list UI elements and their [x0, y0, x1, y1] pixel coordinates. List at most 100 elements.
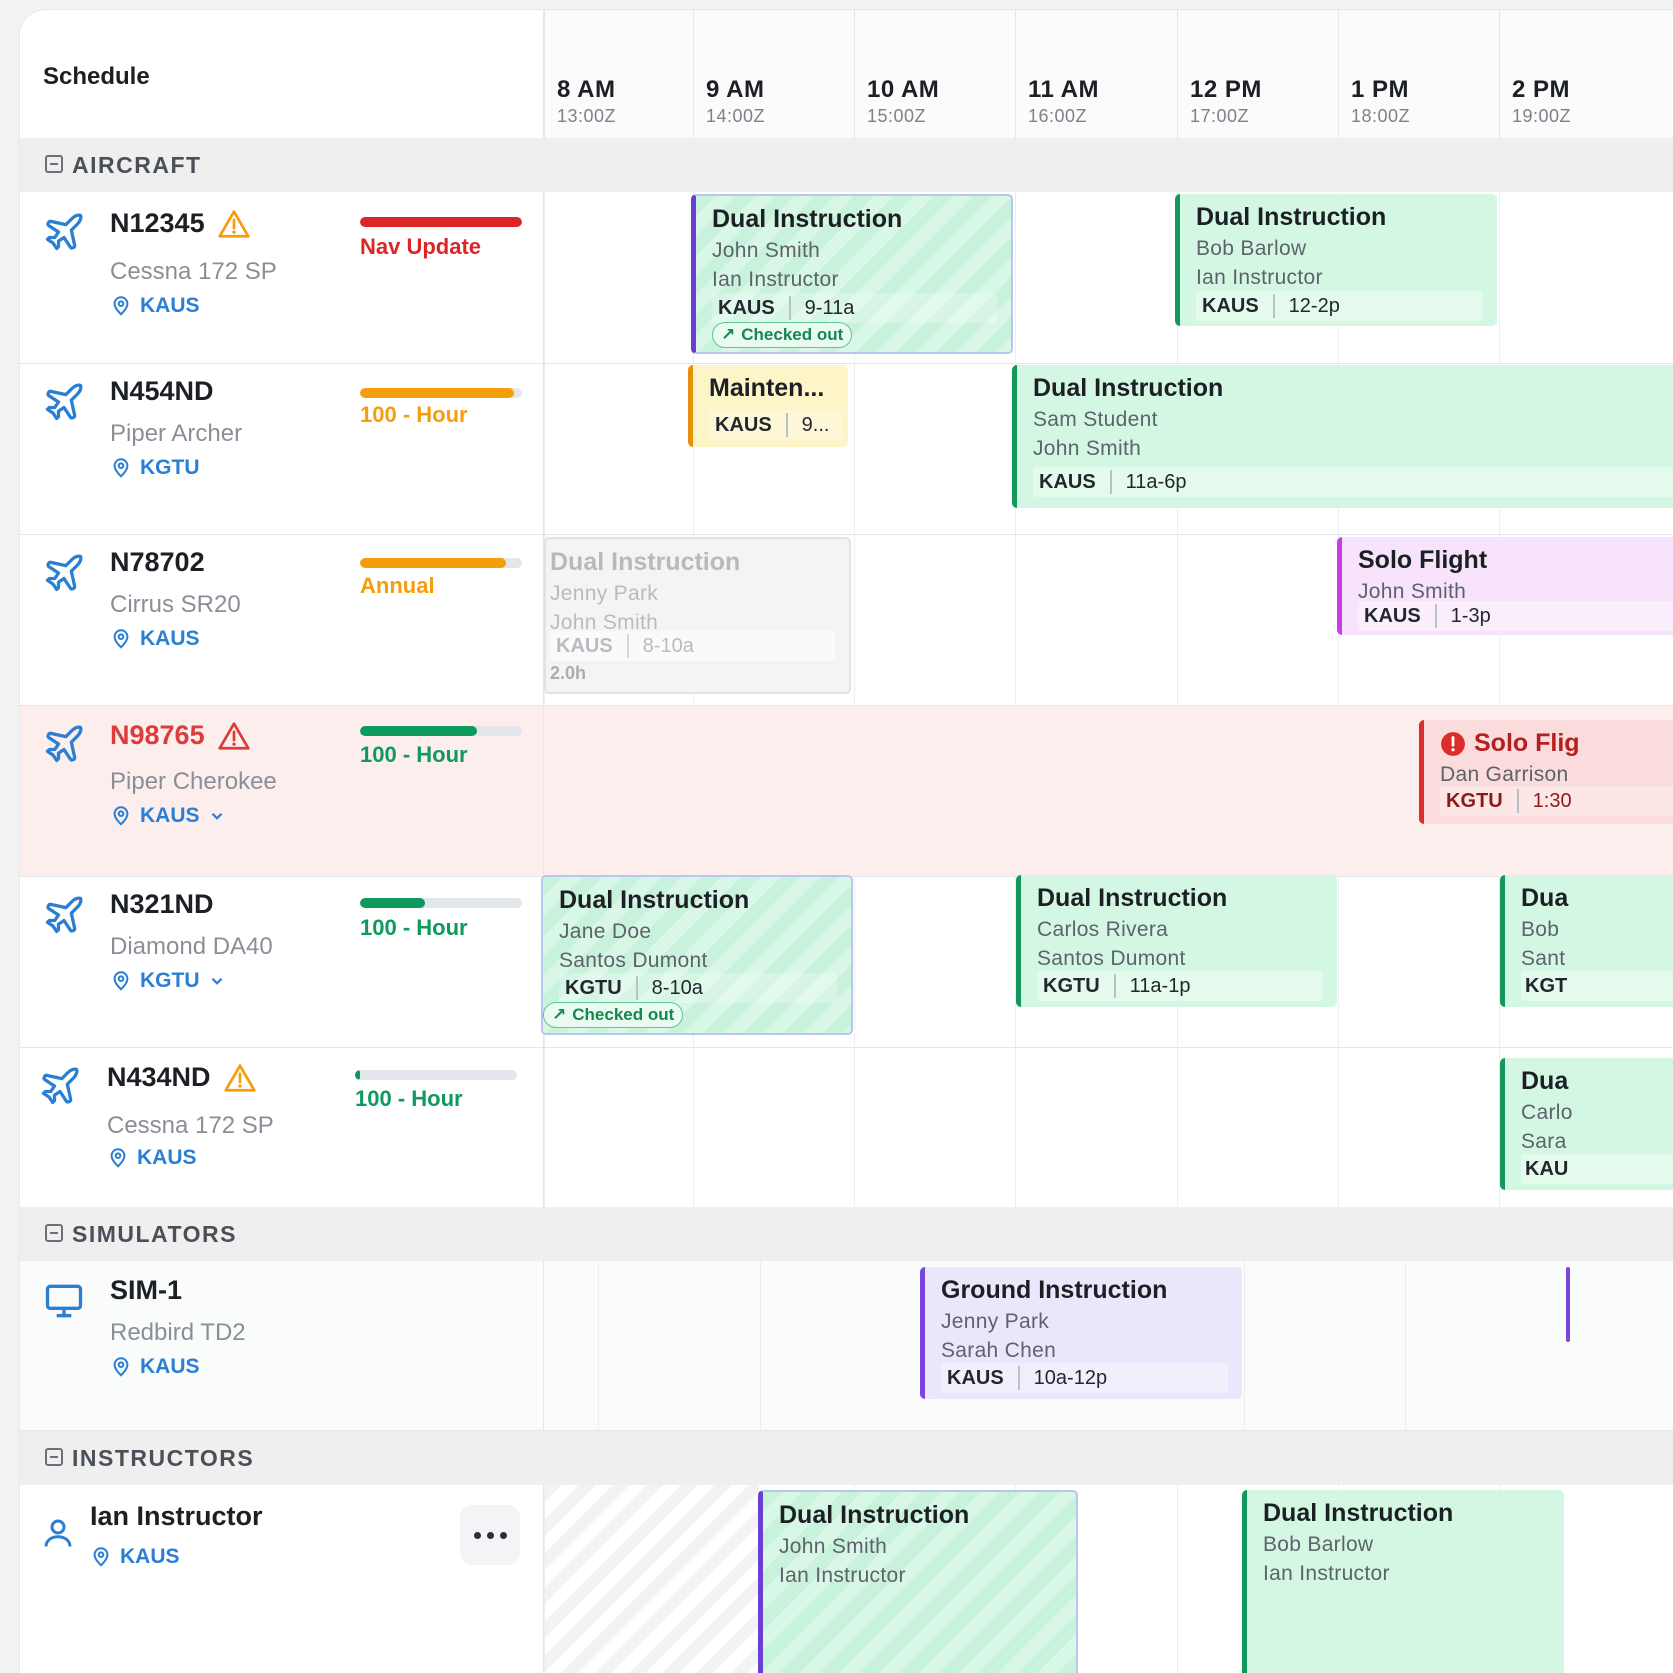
booking-meta: KAUS 9-11a	[712, 293, 997, 323]
chevron-down-icon	[211, 977, 222, 985]
resource-cell[interactable]: N434ND Cessna 172 SP KAUS 100 - Hour	[20, 1048, 544, 1207]
schedule-panel: Schedule 8 AM 13:00Z 9 AM 14:00Z 10 AM 15:0…	[20, 10, 1673, 1673]
collapse-icon[interactable]	[45, 155, 63, 173]
airplane-icon	[45, 383, 83, 421]
instructor-location[interactable]: KAUS	[90, 1545, 180, 1569]
aircraft-location-dropdown[interactable]: KGTU	[110, 969, 226, 993]
section-label: INSTRUCTORS	[72, 1445, 255, 1471]
booking-meta: KGTU 11a-1p	[1037, 971, 1323, 1001]
aircraft-model: Cessna 172 SP	[110, 258, 277, 285]
hour-column-9am: 9 AM 14:00Z	[693, 10, 854, 138]
booking-solo-flight[interactable]: Solo Flight John Smith KAUS 1-3p	[1337, 537, 1673, 635]
location-pin-icon	[113, 806, 129, 826]
maintenance-progress-bar	[360, 388, 522, 398]
maintenance-status: 100 - Hour	[360, 402, 468, 427]
instructor-name: Ian Instructor	[90, 1501, 263, 1531]
maintenance-progress-bar	[360, 217, 522, 227]
collapse-icon[interactable]	[45, 1448, 63, 1466]
unavailable-block	[545, 1485, 759, 1673]
booking-dual-instruction[interactable]: Dual Instruction Jane Doe Santos Dumont …	[541, 875, 853, 1035]
location-pin-icon	[113, 458, 129, 478]
aircraft-row-n434nd: N434ND Cessna 172 SP KAUS 100 - Hour	[20, 1048, 1673, 1207]
chevron-down-icon	[211, 812, 222, 820]
airplane-icon	[45, 896, 83, 934]
resource-cell[interactable]: N12345 Cessna 172 SP KAUS Nav Update	[20, 192, 544, 363]
more-options-button[interactable]	[460, 1505, 520, 1565]
grid-line	[598, 1261, 599, 1431]
user-icon	[44, 1519, 72, 1547]
aircraft-location[interactable]: KAUS	[107, 1146, 197, 1170]
booking-meta: KAUS 10a-12p	[941, 1363, 1228, 1393]
maintenance-status: Nav Update	[360, 234, 482, 259]
location-pin-icon	[113, 629, 129, 649]
booking-dual-instruction[interactable]: Dual Instruction Carlos Rivera Santos Du…	[1016, 875, 1337, 1007]
resource-cell[interactable]: N78702 Cirrus SR20 KAUS Annual	[20, 535, 544, 705]
progress-fill	[360, 217, 522, 227]
aircraft-model: Diamond DA40	[110, 933, 273, 960]
booking-dual-instruction[interactable]: Dual Instruction Bob Barlow Ian Instruct…	[1242, 1490, 1564, 1673]
progress-fill	[355, 1070, 360, 1080]
maintenance-progress-bar	[355, 1070, 517, 1080]
hour-column-10am: 10 AM 15:00Z	[854, 10, 1015, 138]
booking-dual-instruction[interactable]: Dual Instruction John Smith Ian Instruct…	[758, 1490, 1078, 1673]
location-pin-icon	[113, 296, 129, 316]
location-pin-icon	[110, 1148, 126, 1168]
aircraft-tail: N78702	[110, 547, 205, 577]
aircraft-location[interactable]: KAUS	[110, 627, 200, 651]
booking-maintenance[interactable]: Mainten... KAUS 9...	[688, 365, 848, 447]
booking-solo-flight-alert[interactable]: Solo Flig Dan Garrison KGTU 1:30	[1419, 720, 1673, 824]
simulator-model: Redbird TD2	[110, 1319, 246, 1346]
arrow-up-right-icon: ↗	[721, 325, 736, 344]
aircraft-tail: N454ND	[110, 376, 214, 406]
booking-edge[interactable]	[1566, 1267, 1570, 1342]
booking-meta: KAUS 11a-6p	[1033, 467, 1673, 497]
progress-fill	[360, 726, 477, 736]
progress-fill	[360, 558, 506, 568]
dot	[500, 1532, 507, 1539]
section-aircraft[interactable]: AIRCRAFT	[20, 138, 1673, 192]
resource-cell[interactable]: N321ND Diamond DA40 KGTU 100 - Hour	[20, 877, 544, 1047]
booking-dual-instruction[interactable]: Dual Instruction Bob Barlow Ian Instruct…	[1175, 194, 1497, 326]
error-icon	[1441, 731, 1465, 756]
booking-meta: KAUS 12-2p	[1196, 291, 1483, 321]
hour-column-11am: 11 AM 16:00Z	[1015, 10, 1177, 138]
aircraft-location[interactable]: KAUS	[110, 294, 200, 318]
section-instructors[interactable]: INSTRUCTORS	[20, 1431, 1673, 1485]
booking-duration: 2.0h	[550, 663, 587, 683]
aircraft-location-dropdown[interactable]: KAUS	[110, 804, 226, 828]
booking-dual-instruction[interactable]: Dua Bob Sant KGT	[1500, 875, 1673, 1007]
hour-column-2pm: 2 PM 19:00Z	[1499, 10, 1673, 138]
grid-line	[760, 1261, 761, 1431]
section-simulators[interactable]: SIMULATORS	[20, 1207, 1673, 1261]
dot	[487, 1532, 494, 1539]
booking-ground-instruction[interactable]: Ground Instruction Jenny Park Sarah Chen…	[920, 1267, 1242, 1399]
maintenance-progress-bar	[360, 726, 522, 736]
grid-line	[1405, 1261, 1406, 1431]
warning-icon	[217, 209, 250, 238]
booking-meta: KGTU 1:30	[1440, 786, 1673, 816]
booking-dual-instruction-cancelled[interactable]: Dual Instruction Jenny Park John Smith K…	[544, 537, 851, 694]
booking-dual-instruction[interactable]: Dua Carlo Sara KAU	[1500, 1058, 1673, 1190]
schedule-header: Schedule	[20, 10, 544, 138]
resource-cell[interactable]: Ian Instructor KAUS	[20, 1485, 544, 1673]
checked-out-badge: ↗ Checked out	[543, 1002, 684, 1028]
resource-cell[interactable]: SIM-1 Redbird TD2 KAUS	[20, 1261, 544, 1430]
collapse-icon[interactable]	[45, 1224, 63, 1242]
simulator-location[interactable]: KAUS	[110, 1355, 200, 1379]
section-label: SIMULATORS	[72, 1221, 237, 1247]
hour-column-1pm: 1 PM 18:00Z	[1338, 10, 1499, 138]
booking-dual-instruction[interactable]: Dual Instruction Sam Student John Smith …	[1012, 365, 1673, 508]
aircraft-model: Cessna 172 SP	[107, 1112, 274, 1139]
aircraft-tail: N12345	[110, 208, 251, 239]
booking-dual-instruction[interactable]: Dual Instruction John Smith Ian Instruct…	[691, 194, 1013, 354]
airplane-icon	[41, 1067, 79, 1105]
booking-meta: KAU	[1521, 1154, 1673, 1184]
aircraft-model: Piper Archer	[110, 420, 243, 447]
aircraft-tail: N321ND	[110, 889, 214, 919]
airplane-icon	[45, 554, 83, 592]
resource-cell[interactable]: N454ND Piper Archer KGTU 100 - Hour	[20, 364, 544, 534]
aircraft-location[interactable]: KGTU	[110, 456, 200, 480]
resource-cell[interactable]: N98765 Piper Cherokee KAUS 100 - Hour	[20, 706, 544, 876]
maintenance-status: 100 - Hour	[355, 1086, 463, 1111]
hour-column-8am: 8 AM 13:00Z	[544, 10, 693, 138]
